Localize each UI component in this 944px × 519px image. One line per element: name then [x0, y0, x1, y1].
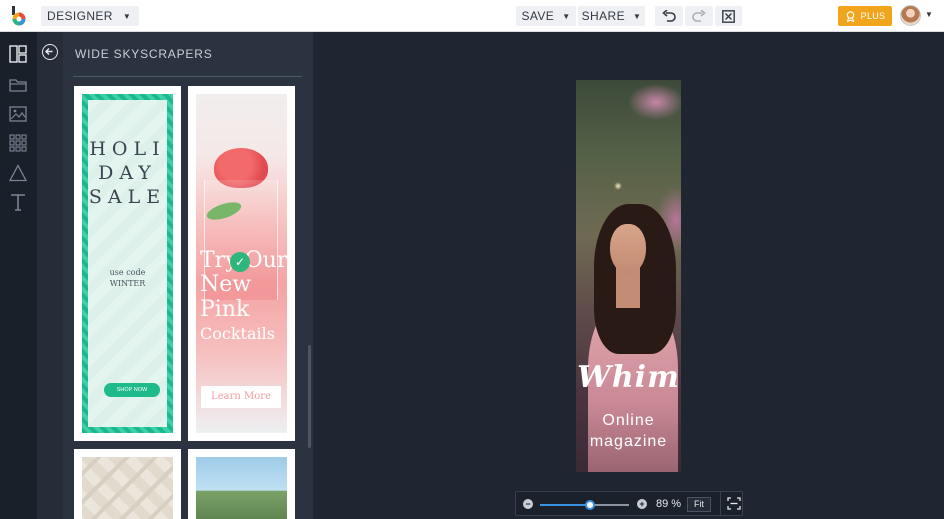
template-text: Cocktails — [200, 324, 275, 343]
image-icon[interactable] — [9, 105, 27, 123]
photo-face — [610, 224, 646, 274]
shapes-icon[interactable] — [9, 164, 27, 182]
template-text: WINTER — [109, 279, 146, 288]
fit-screen-icon — [727, 497, 741, 510]
banner-subtitle[interactable]: magazine — [576, 433, 681, 451]
zoom-in-icon[interactable]: + — [637, 499, 647, 509]
template-shop-button: SHOP NOW — [104, 383, 160, 397]
template-card-holiday-sale[interactable]: HOLI DAY SALE use code WINTER SHOP NOW — [74, 86, 181, 441]
checkmark-icon: ✓ — [230, 252, 250, 272]
chevron-down-icon: ▼ — [562, 11, 571, 21]
zoom-out-icon[interactable]: − — [523, 499, 533, 509]
divider — [73, 76, 302, 77]
template-preview: Try Our New Pink Cocktails ✓ Learn More — [196, 94, 287, 433]
template-card-chevron[interactable] — [74, 449, 181, 519]
close-design-button[interactable] — [715, 6, 742, 26]
photo-neck — [616, 268, 640, 308]
zoom-slider-fill — [540, 504, 590, 506]
plus-upgrade-button[interactable]: PLUS — [838, 6, 892, 26]
designer-mode-label: DESIGNER — [47, 9, 113, 23]
plus-label: PLUS — [860, 11, 886, 21]
template-text: Pink — [200, 297, 250, 322]
template-text: SALE — [88, 186, 167, 208]
undo-icon — [662, 10, 676, 22]
fit-screen-button[interactable] — [720, 492, 744, 515]
close-icon — [722, 9, 735, 23]
undo-button[interactable] — [655, 6, 683, 26]
folder-icon[interactable] — [9, 76, 27, 94]
template-preview — [82, 457, 173, 519]
template-panel: WIDE SKYSCRAPERS HOLI DAY SALE use code … — [37, 32, 313, 519]
chevron-down-icon: ▼ — [122, 11, 132, 21]
redo-icon — [692, 10, 706, 22]
chevron-down-icon[interactable]: ▼ — [925, 10, 933, 19]
user-avatar[interactable] — [900, 5, 921, 26]
zoom-bar: − + 89 % Fit — [515, 491, 743, 516]
banner-subtitle[interactable]: Online — [576, 412, 681, 430]
panel-title: WIDE SKYSCRAPERS — [75, 47, 213, 61]
arrow-left-icon — [45, 48, 53, 55]
share-label: SHARE — [581, 9, 625, 23]
template-card-pink-cocktails[interactable]: Try Our New Pink Cocktails ✓ Learn More — [188, 86, 295, 441]
template-preview: HOLI DAY SALE use code WINTER SHOP NOW — [82, 94, 173, 433]
banner-title[interactable]: Whim — [576, 360, 681, 395]
palm-photo — [196, 457, 287, 519]
top-bar: DESIGNER ▼ SAVE ▼ SHARE ▼ PLUS ▼ — [0, 0, 944, 32]
template-text: DAY — [98, 162, 157, 184]
fit-button[interactable]: Fit — [687, 497, 711, 512]
template-text: use code — [109, 268, 146, 277]
save-button[interactable]: SAVE ▼ — [516, 6, 576, 26]
template-preview — [196, 457, 287, 519]
chevron-pattern — [82, 457, 173, 519]
crown-icon — [846, 10, 854, 22]
template-text: New — [200, 272, 252, 297]
app-logo-icon[interactable] — [10, 6, 28, 26]
templates-icon[interactable] — [9, 45, 27, 63]
template-body: HOLI DAY SALE use code WINTER SHOP NOW — [88, 100, 167, 427]
back-button[interactable] — [42, 44, 58, 60]
template-card-palm[interactable] — [188, 449, 295, 519]
grid-icon[interactable] — [9, 134, 27, 152]
design-banner[interactable]: Whim Online magazine — [576, 80, 681, 472]
redo-button[interactable] — [685, 6, 713, 26]
panel-back-strip — [37, 32, 63, 519]
zoom-slider[interactable] — [540, 500, 629, 510]
text-icon[interactable] — [9, 193, 27, 211]
zoom-slider-handle[interactable] — [584, 500, 595, 510]
template-learn-more-button: Learn More — [201, 386, 281, 408]
panel-scrollbar[interactable] — [308, 345, 311, 448]
zoom-level: 89 % — [656, 498, 682, 510]
template-text: HOLI — [89, 138, 166, 160]
save-label: SAVE — [521, 9, 555, 23]
tool-rail — [0, 32, 37, 519]
share-button[interactable]: SHARE ▼ — [578, 6, 645, 26]
chevron-down-icon: ▼ — [633, 11, 642, 21]
designer-mode-dropdown[interactable]: DESIGNER ▼ — [41, 6, 140, 26]
